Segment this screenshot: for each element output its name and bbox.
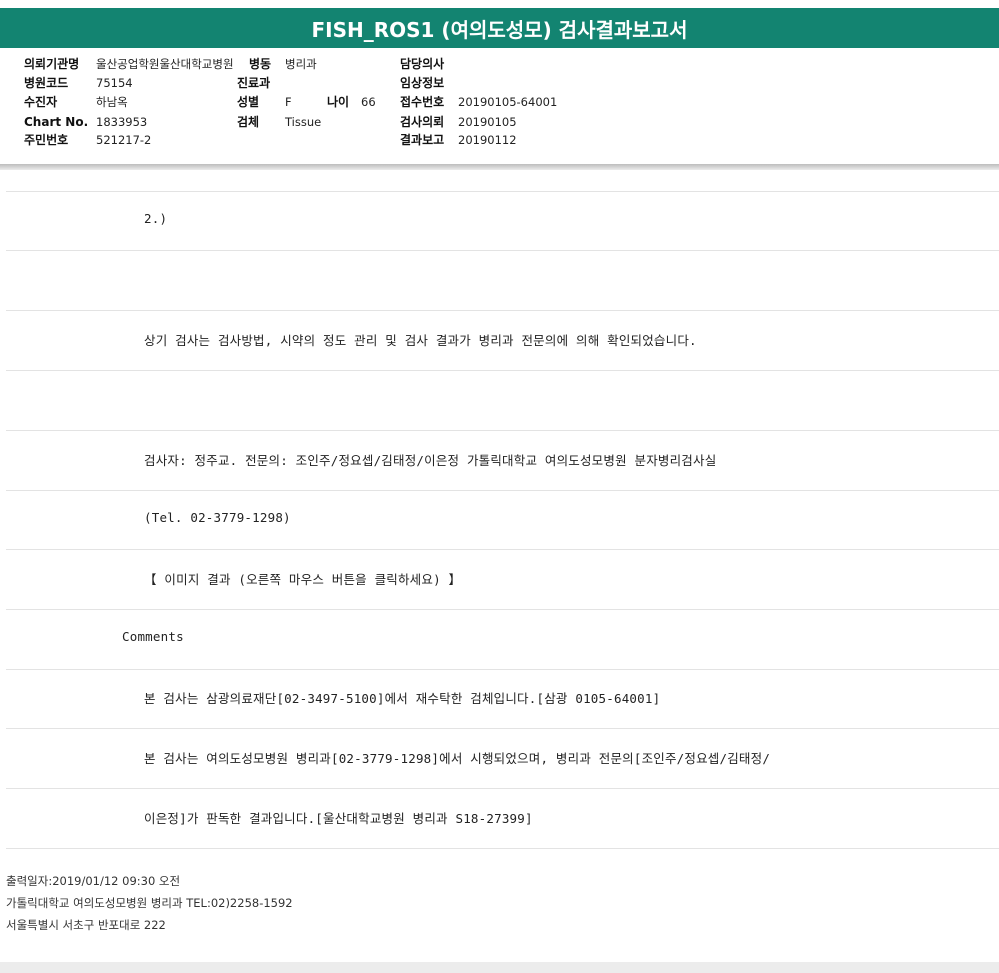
patient-label: 수진자 — [24, 95, 58, 109]
row-divider — [6, 669, 999, 670]
resident-value: 521217-2 — [96, 133, 152, 147]
institution-label: 의뢰기관명 — [24, 57, 80, 71]
image-result-link[interactable]: 【 이미지 결과 (오른쪽 마우스 버튼을 클릭하세요) 】 — [144, 569, 461, 588]
doctor-label: 담당의사 — [400, 57, 445, 71]
receipt-value: 20190105-64001 — [458, 95, 558, 109]
chart-value: 1833953 — [96, 115, 148, 129]
body-line: 2.) — [144, 211, 168, 226]
comment-line: 본 검사는 여의도성모병원 병리과[02-3779-1298]에서 시행되었으며… — [144, 751, 771, 766]
institution-value: 울산공업학원울산대학교병원 — [96, 57, 234, 71]
resident-label: 주민번호 — [24, 133, 69, 147]
footer-hospital: 가톨릭대학교 여의도성모병원 병리과 TEL:02)2258-1592 — [6, 896, 293, 910]
hospital-code-label: 병원코드 — [24, 76, 69, 90]
row-divider — [6, 250, 999, 251]
comments-heading: Comments — [122, 629, 184, 644]
bottom-bar — [0, 962, 999, 973]
result-value: 20190112 — [458, 133, 517, 147]
age-value: 66 — [361, 95, 376, 109]
print-date: 출력일자:2019/01/12 09:30 오전 — [6, 874, 181, 888]
row-divider — [6, 310, 999, 311]
specimen-value: Tissue — [285, 115, 322, 129]
row-divider — [6, 191, 999, 192]
specimen-label: 검체 — [237, 115, 260, 129]
report-footer: 출력일자:2019/01/12 09:30 오전 가톨릭대학교 여의도성모병원 … — [6, 870, 293, 936]
report-title: FISH_ROS1 (여의도성모) 검사결과보고서 — [0, 8, 999, 48]
row-divider — [6, 609, 999, 610]
sex-label: 성별 — [237, 95, 260, 109]
ward-label: 병동 — [249, 57, 272, 71]
age-label: 나이 — [327, 95, 350, 109]
row-divider — [6, 370, 999, 371]
body-line: (Tel. 02-3779-1298) — [144, 510, 291, 525]
chart-label: Chart No. — [24, 115, 89, 129]
patient-value: 하남옥 — [96, 95, 128, 109]
comment-line: 본 검사는 삼광의료재단[02-3497-5100]에서 재수탁한 검체입니다.… — [144, 691, 661, 706]
ward-value: 병리과 — [285, 57, 317, 71]
request-value: 20190105 — [458, 115, 517, 129]
comment-line: 이은정]가 판독한 결과입니다.[울산대학교병원 병리과 S18-27399] — [144, 811, 533, 826]
result-label: 결과보고 — [400, 133, 445, 147]
dept-label: 진료과 — [237, 76, 271, 90]
row-divider — [6, 788, 999, 789]
body-line: 검사자: 정주교. 전문의: 조인주/정요셉/김태정/이은정 가톨릭대학교 여의… — [144, 453, 717, 468]
receipt-label: 접수번호 — [400, 95, 445, 109]
header-divider — [0, 164, 999, 170]
row-divider — [6, 430, 999, 431]
body-line: 상기 검사는 검사방법, 시약의 정도 관리 및 검사 결과가 병리과 전문의에… — [144, 333, 697, 348]
request-label: 검사의뢰 — [400, 115, 445, 129]
row-divider — [6, 490, 999, 491]
clinical-label: 임상정보 — [400, 76, 445, 90]
hospital-code-value: 75154 — [96, 76, 133, 90]
sex-value: F — [285, 95, 292, 109]
row-divider — [6, 848, 999, 849]
footer-address: 서울특별시 서초구 반포대로 222 — [6, 918, 166, 932]
report-header: 의뢰기관명 울산공업학원울산대학교병원 병동 병리과 담당의사 병원코드 751… — [0, 48, 999, 165]
row-divider — [6, 728, 999, 729]
row-divider — [6, 549, 999, 550]
